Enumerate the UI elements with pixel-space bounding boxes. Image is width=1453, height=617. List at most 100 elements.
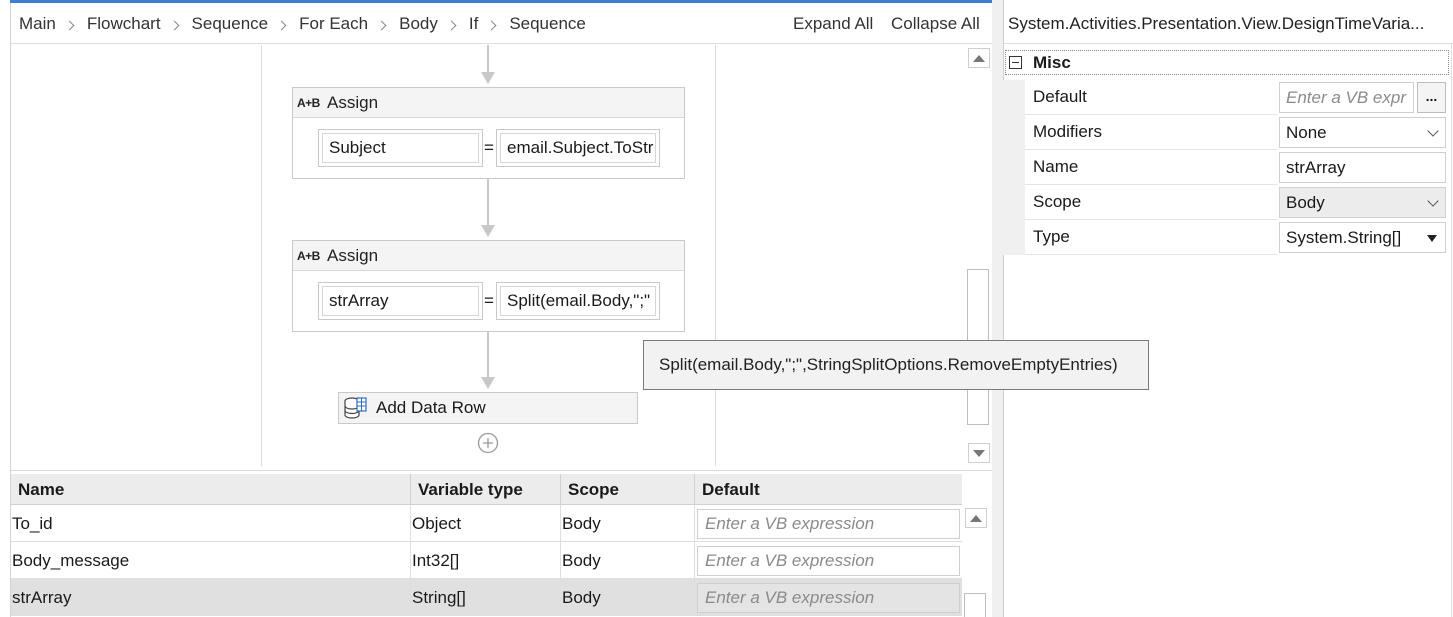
assign-to-field[interactable]: Subject bbox=[318, 129, 483, 167]
chevron-right-icon bbox=[169, 20, 179, 30]
connector-line bbox=[487, 179, 489, 227]
breadcrumb-flowchart[interactable]: Flowchart bbox=[87, 14, 161, 34]
name-input[interactable]: strArray bbox=[1279, 152, 1446, 183]
assign-activity-title: Assign bbox=[327, 245, 379, 265]
arrow-down-icon bbox=[973, 449, 985, 457]
assign-value-field[interactable]: Split(email.Body,";" bbox=[496, 282, 660, 320]
scroll-up-button[interactable] bbox=[965, 508, 987, 528]
dropdown-arrow-icon bbox=[1427, 235, 1437, 242]
assign-activity-body: strArray = Split(email.Body,";" bbox=[293, 271, 684, 331]
column-header-default[interactable]: Default bbox=[695, 474, 962, 505]
variable-default-cell: Enter a VB expression bbox=[695, 542, 962, 579]
variable-name[interactable]: To_id bbox=[11, 505, 411, 542]
breadcrumb-sequence-current[interactable]: Sequence bbox=[509, 14, 586, 34]
assign-value-field[interactable]: email.Subject.ToStr bbox=[496, 129, 660, 167]
assign-value-text: email.Subject.ToStr bbox=[500, 133, 656, 163]
designer-canvas[interactable]: A+B Assign Subject = email.Subject.ToStr… bbox=[11, 45, 965, 466]
breadcrumb-if[interactable]: If bbox=[469, 14, 478, 34]
sequence-right-border bbox=[715, 45, 716, 466]
chevron-right-icon bbox=[276, 20, 287, 30]
chevron-right-icon bbox=[376, 20, 387, 30]
variable-name[interactable]: strArray bbox=[11, 579, 411, 616]
expression-tooltip: Split(email.Body,";",StringSplitOptions.… bbox=[643, 340, 1149, 390]
property-modifiers: Modifiers None bbox=[1003, 115, 1447, 150]
properties-right-border bbox=[1451, 44, 1452, 617]
column-header-variable-type[interactable]: Variable type bbox=[411, 474, 561, 505]
assign-activity-header[interactable]: A+B Assign bbox=[293, 241, 684, 271]
equals-sign: = bbox=[484, 291, 494, 310]
arrow-down-icon bbox=[481, 377, 495, 389]
property-gutter bbox=[1003, 115, 1025, 150]
arrow-down-icon bbox=[481, 225, 495, 237]
collapse-all-button[interactable]: Collapse All bbox=[891, 14, 980, 34]
column-header-scope[interactable]: Scope bbox=[561, 474, 695, 505]
modifiers-dropdown[interactable]: None bbox=[1279, 117, 1446, 148]
assign-activity-title: Assign bbox=[327, 92, 379, 112]
breadcrumb-sequence[interactable]: Sequence bbox=[192, 14, 269, 34]
properties-title: System.Activities.Presentation.View.Desi… bbox=[1008, 14, 1425, 33]
add-activity-plus-icon[interactable] bbox=[477, 432, 499, 454]
sequence-left-border bbox=[261, 45, 262, 466]
variable-default-input[interactable]: Enter a VB expression bbox=[697, 546, 960, 576]
variable-row-selected[interactable]: strArray String[] Body Enter a VB expres… bbox=[11, 579, 962, 616]
variable-type[interactable]: String[] bbox=[411, 579, 561, 616]
type-dropdown[interactable]: System.String[] bbox=[1279, 222, 1446, 253]
property-scope: Scope Body bbox=[1003, 185, 1447, 220]
category-misc-label: Misc bbox=[1033, 52, 1071, 72]
scroll-up-button[interactable] bbox=[968, 48, 990, 68]
chevron-down-icon bbox=[1427, 195, 1439, 207]
variable-type[interactable]: Int32[] bbox=[411, 542, 561, 579]
expand-all-button[interactable]: Expand All bbox=[793, 14, 873, 34]
breadcrumb-main[interactable]: Main bbox=[19, 14, 56, 34]
chevron-down-icon bbox=[1427, 125, 1439, 137]
property-gutter bbox=[1003, 220, 1025, 255]
connector-line bbox=[487, 45, 489, 73]
variable-row[interactable]: To_id Object Body Enter a VB expression bbox=[11, 505, 962, 542]
variables-header-row: Name Variable type Scope Default bbox=[11, 474, 962, 505]
scroll-down-button[interactable] bbox=[968, 443, 990, 463]
assign-activity-strarray[interactable]: A+B Assign strArray = Split(email.Body,"… bbox=[292, 240, 685, 332]
property-label: Type bbox=[1025, 220, 1277, 255]
add-data-row-activity[interactable]: Add Data Row bbox=[338, 392, 638, 424]
breadcrumb: Main Flowchart Sequence For Each Body If… bbox=[19, 14, 586, 34]
scope-dropdown[interactable]: Body bbox=[1279, 187, 1446, 218]
variable-row[interactable]: Body_message Int32[] Body Enter a VB exp… bbox=[11, 542, 962, 579]
assign-activity-subject[interactable]: A+B Assign Subject = email.Subject.ToStr bbox=[292, 87, 685, 179]
scrollbar-thumb[interactable] bbox=[964, 593, 986, 617]
chevron-right-icon bbox=[64, 20, 75, 30]
chevron-right-icon bbox=[446, 20, 457, 30]
chevron-right-icon bbox=[486, 20, 497, 30]
property-label: Modifiers bbox=[1025, 115, 1277, 150]
column-header-name[interactable]: Name bbox=[11, 474, 411, 505]
variables-panel: Name Variable type Scope Default To_id O… bbox=[11, 470, 992, 617]
variable-default-cell: Enter a VB expression bbox=[695, 505, 962, 542]
assign-icon: A+B bbox=[297, 95, 320, 110]
breadcrumb-body[interactable]: Body bbox=[399, 14, 438, 34]
assign-to-value: strArray bbox=[322, 286, 479, 316]
default-expression-input[interactable]: Enter a VB expr bbox=[1279, 82, 1414, 113]
category-misc[interactable]: Misc bbox=[1005, 50, 1449, 75]
equals-sign: = bbox=[484, 138, 494, 157]
variable-name[interactable]: Body_message bbox=[11, 542, 411, 579]
breadcrumb-for-each[interactable]: For Each bbox=[299, 14, 368, 34]
variable-scope[interactable]: Body bbox=[561, 542, 695, 579]
assign-activity-header[interactable]: A+B Assign bbox=[293, 88, 684, 118]
variable-scope[interactable]: Body bbox=[561, 579, 695, 616]
properties-panel: System.Activities.Presentation.View.Desi… bbox=[1003, 0, 1453, 617]
variables-vertical-scrollbar[interactable] bbox=[963, 505, 989, 617]
modifiers-value: None bbox=[1286, 123, 1327, 142]
variable-default-input[interactable]: Enter a VB expression bbox=[697, 509, 960, 539]
property-label: Default bbox=[1025, 80, 1277, 115]
variable-type[interactable]: Object bbox=[411, 505, 561, 542]
breadcrumb-bar: Main Flowchart Sequence For Each Body If… bbox=[11, 3, 992, 44]
collapse-icon[interactable] bbox=[1009, 56, 1022, 69]
property-default: Default Enter a VB expr ... bbox=[1003, 80, 1447, 115]
canvas-vertical-scrollbar[interactable] bbox=[966, 45, 992, 466]
variable-scope[interactable]: Body bbox=[561, 505, 695, 542]
variable-default-input[interactable]: Enter a VB expression bbox=[697, 583, 960, 613]
panel-splitter[interactable] bbox=[992, 0, 1003, 617]
add-data-row-title: Add Data Row bbox=[376, 398, 486, 417]
assign-value-text: Split(email.Body,";" bbox=[500, 286, 656, 316]
expression-editor-button[interactable]: ... bbox=[1417, 82, 1446, 113]
assign-to-field[interactable]: strArray bbox=[318, 282, 483, 320]
